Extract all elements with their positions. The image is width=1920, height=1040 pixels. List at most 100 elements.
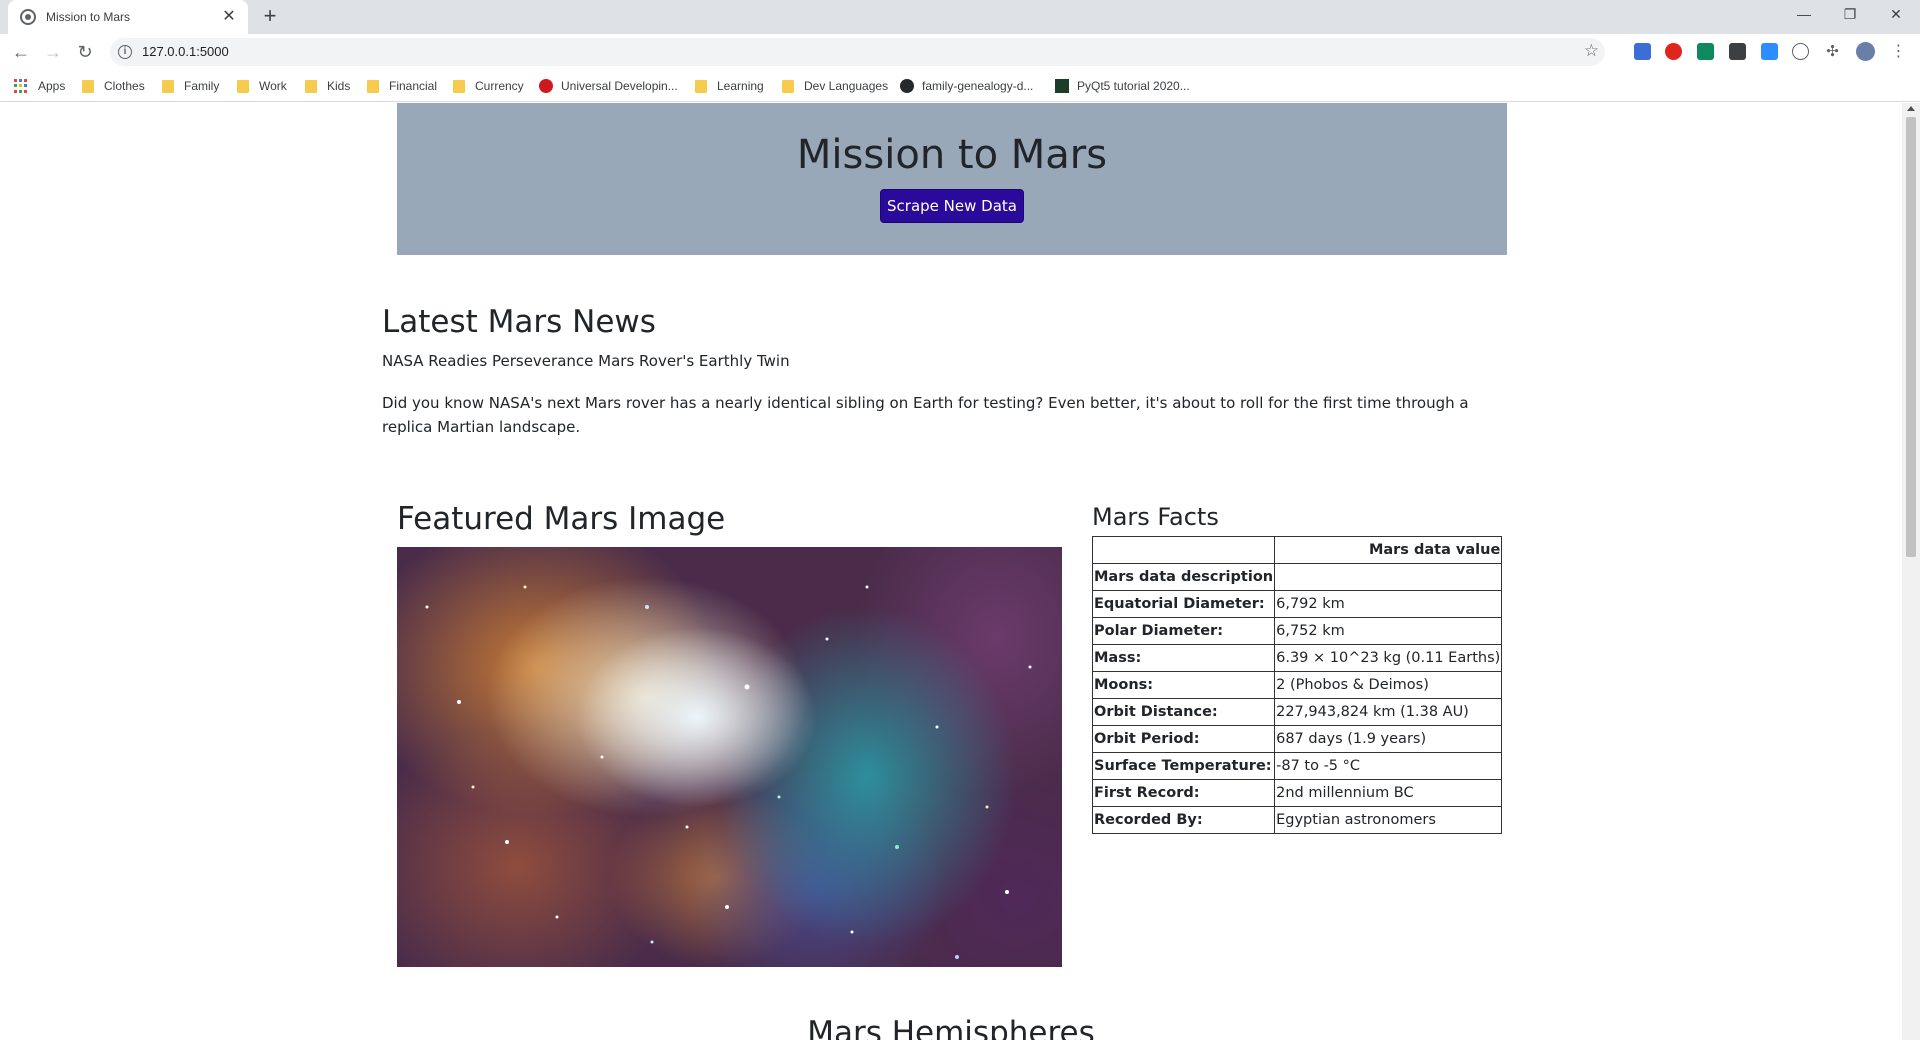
mars-facts-table: Mars data value Mars data description Eq… bbox=[1091, 536, 1503, 834]
folder-icon bbox=[782, 79, 794, 93]
column-header: Mars data value bbox=[1274, 536, 1503, 564]
row-label: Polar Diameter: bbox=[1091, 617, 1276, 645]
page-title: Mission to Mars bbox=[796, 132, 1108, 178]
folder-icon bbox=[82, 79, 94, 93]
site-icon bbox=[1055, 79, 1069, 93]
table-row: First Record: 2nd millennium BC bbox=[1091, 779, 1503, 807]
table-row: Surface Temperature: -87 to -5 °C bbox=[1091, 752, 1503, 780]
row-label: Moons: bbox=[1091, 671, 1276, 699]
extension-icon[interactable] bbox=[1792, 43, 1809, 60]
bookmark-folder[interactable]: Kids bbox=[305, 78, 350, 94]
facts-heading: Mars Facts bbox=[1092, 503, 1219, 531]
globe-icon bbox=[20, 9, 36, 25]
featured-heading: Featured Mars Image bbox=[397, 501, 726, 537]
row-value: 6,792 km bbox=[1274, 590, 1503, 618]
row-label: Surface Temperature: bbox=[1091, 752, 1276, 780]
row-label: First Record: bbox=[1091, 779, 1276, 807]
bookmark-folder[interactable]: Dev Languages bbox=[782, 78, 888, 94]
bookmark-folder[interactable]: Family bbox=[162, 78, 219, 94]
empty-cell bbox=[1274, 563, 1503, 591]
folder-icon bbox=[453, 79, 465, 93]
bookmark-link[interactable]: family-genealogy-d... bbox=[900, 78, 1033, 94]
bookmark-star-icon[interactable]: ☆ bbox=[1584, 41, 1599, 61]
bookmark-folder[interactable]: Work bbox=[237, 78, 287, 94]
table-row: Polar Diameter: 6,752 km bbox=[1091, 617, 1503, 645]
menu-dots-icon[interactable]: ⋮ bbox=[1890, 43, 1907, 60]
close-window-icon[interactable]: ✕ bbox=[1873, 0, 1919, 30]
table-row: Recorded By: Egyptian astronomers bbox=[1091, 806, 1503, 834]
folder-icon bbox=[367, 79, 379, 93]
bookmark-folder[interactable]: Learning bbox=[695, 78, 764, 94]
table-index-row: Mars data description bbox=[1091, 563, 1503, 591]
table-corner-cell bbox=[1091, 536, 1276, 564]
extension-icon[interactable] bbox=[1697, 43, 1714, 60]
row-label: Equatorial Diameter: bbox=[1091, 590, 1276, 618]
row-value: 227,943,824 km (1.38 AU) bbox=[1274, 698, 1503, 726]
table-row: Mass: 6.39 × 10^23 kg (0.11 Earths) bbox=[1091, 644, 1503, 672]
tab-title: Mission to Mars bbox=[46, 10, 131, 24]
row-value: Egyptian astronomers bbox=[1274, 806, 1503, 834]
back-icon[interactable]: ← bbox=[9, 40, 33, 64]
row-label: Orbit Period: bbox=[1091, 725, 1276, 753]
row-value: 687 days (1.9 years) bbox=[1274, 725, 1503, 753]
row-value: 2nd millennium BC bbox=[1274, 779, 1503, 807]
table-row: Orbit Distance: 227,943,824 km (1.38 AU) bbox=[1091, 698, 1503, 726]
puzzle-icon[interactable]: ✣ bbox=[1824, 43, 1841, 60]
table-row: Moons: 2 (Phobos & Deimos) bbox=[1091, 671, 1503, 699]
avatar[interactable] bbox=[1856, 42, 1875, 61]
extension-icon[interactable] bbox=[1729, 43, 1746, 60]
hemispheres-heading: Mars Hemispheres bbox=[807, 1015, 1095, 1040]
bookmark-folder[interactable]: Currency bbox=[453, 78, 524, 94]
page-viewport: Mission to Mars Scrape New Data Latest M… bbox=[0, 103, 1902, 1040]
row-label: Orbit Distance: bbox=[1091, 698, 1276, 726]
scrape-button[interactable]: Scrape New Data bbox=[880, 189, 1024, 223]
star-field bbox=[425, 585, 1032, 959]
info-icon[interactable]: i bbox=[118, 45, 132, 59]
url-text[interactable]: 127.0.0.1:5000 bbox=[142, 44, 229, 59]
folder-icon bbox=[305, 79, 317, 93]
browser-toolbar: ← → ↻ i 127.0.0.1:5000 ☆ ✣ ⋮ bbox=[0, 34, 1920, 70]
reload-icon[interactable]: ↻ bbox=[73, 40, 97, 64]
featured-image bbox=[397, 547, 1062, 967]
row-value: 6.39 × 10^23 kg (0.11 Earths) bbox=[1274, 644, 1503, 672]
close-tab-icon[interactable]: ✕ bbox=[220, 9, 238, 25]
bookmarks-bar: Apps Clothes Family Work Kids Financial … bbox=[0, 70, 1920, 102]
browser-tab[interactable]: Mission to Mars ✕ bbox=[8, 0, 248, 34]
new-tab-button[interactable]: + bbox=[258, 5, 282, 29]
bookmark-link[interactable]: PyQt5 tutorial 2020... bbox=[1055, 78, 1190, 94]
table-header-row: Mars data value bbox=[1091, 536, 1503, 564]
minimize-icon[interactable]: — bbox=[1781, 0, 1827, 30]
index-header: Mars data description bbox=[1091, 563, 1276, 591]
extension-icon[interactable] bbox=[1634, 43, 1651, 60]
news-title: NASA Readies Perseverance Mars Rover's E… bbox=[382, 352, 790, 370]
news-paragraph: Did you know NASA's next Mars rover has … bbox=[382, 394, 1469, 436]
bookmark-folder[interactable]: Clothes bbox=[82, 78, 145, 94]
extension-icon[interactable] bbox=[1761, 43, 1778, 60]
forward-icon[interactable]: → bbox=[41, 40, 65, 64]
row-label: Recorded By: bbox=[1091, 806, 1276, 834]
table-row: Orbit Period: 687 days (1.9 years) bbox=[1091, 725, 1503, 753]
page-scrollbar[interactable] bbox=[1902, 103, 1920, 1040]
bookmark-link[interactable]: Universal Developin... bbox=[539, 78, 678, 94]
restore-icon[interactable]: ❐ bbox=[1827, 0, 1873, 30]
row-label: Mass: bbox=[1091, 644, 1276, 672]
news-heading: Latest Mars News bbox=[382, 304, 656, 340]
github-icon bbox=[900, 79, 914, 93]
row-value: 6,752 km bbox=[1274, 617, 1503, 645]
scroll-thumb[interactable] bbox=[1906, 117, 1916, 557]
folder-icon bbox=[237, 79, 249, 93]
tab-strip: Mission to Mars ✕ + — ❐ ✕ bbox=[0, 0, 1920, 34]
bookmark-folder[interactable]: Financial bbox=[367, 78, 437, 94]
row-value: -87 to -5 °C bbox=[1274, 752, 1503, 780]
row-value: 2 (Phobos & Deimos) bbox=[1274, 671, 1503, 699]
folder-icon bbox=[162, 79, 174, 93]
address-bar[interactable]: i 127.0.0.1:5000 ☆ bbox=[110, 38, 1605, 66]
folder-icon bbox=[695, 79, 707, 93]
extension-icon[interactable] bbox=[1665, 43, 1682, 60]
header-banner: Mission to Mars Scrape New Data bbox=[397, 103, 1507, 255]
bookmark-apps[interactable]: Apps bbox=[14, 78, 65, 94]
logo-icon bbox=[539, 79, 553, 93]
table-row: Equatorial Diameter: 6,792 km bbox=[1091, 590, 1503, 618]
scroll-up-icon[interactable] bbox=[1907, 106, 1915, 111]
apps-grid-icon bbox=[14, 79, 28, 93]
